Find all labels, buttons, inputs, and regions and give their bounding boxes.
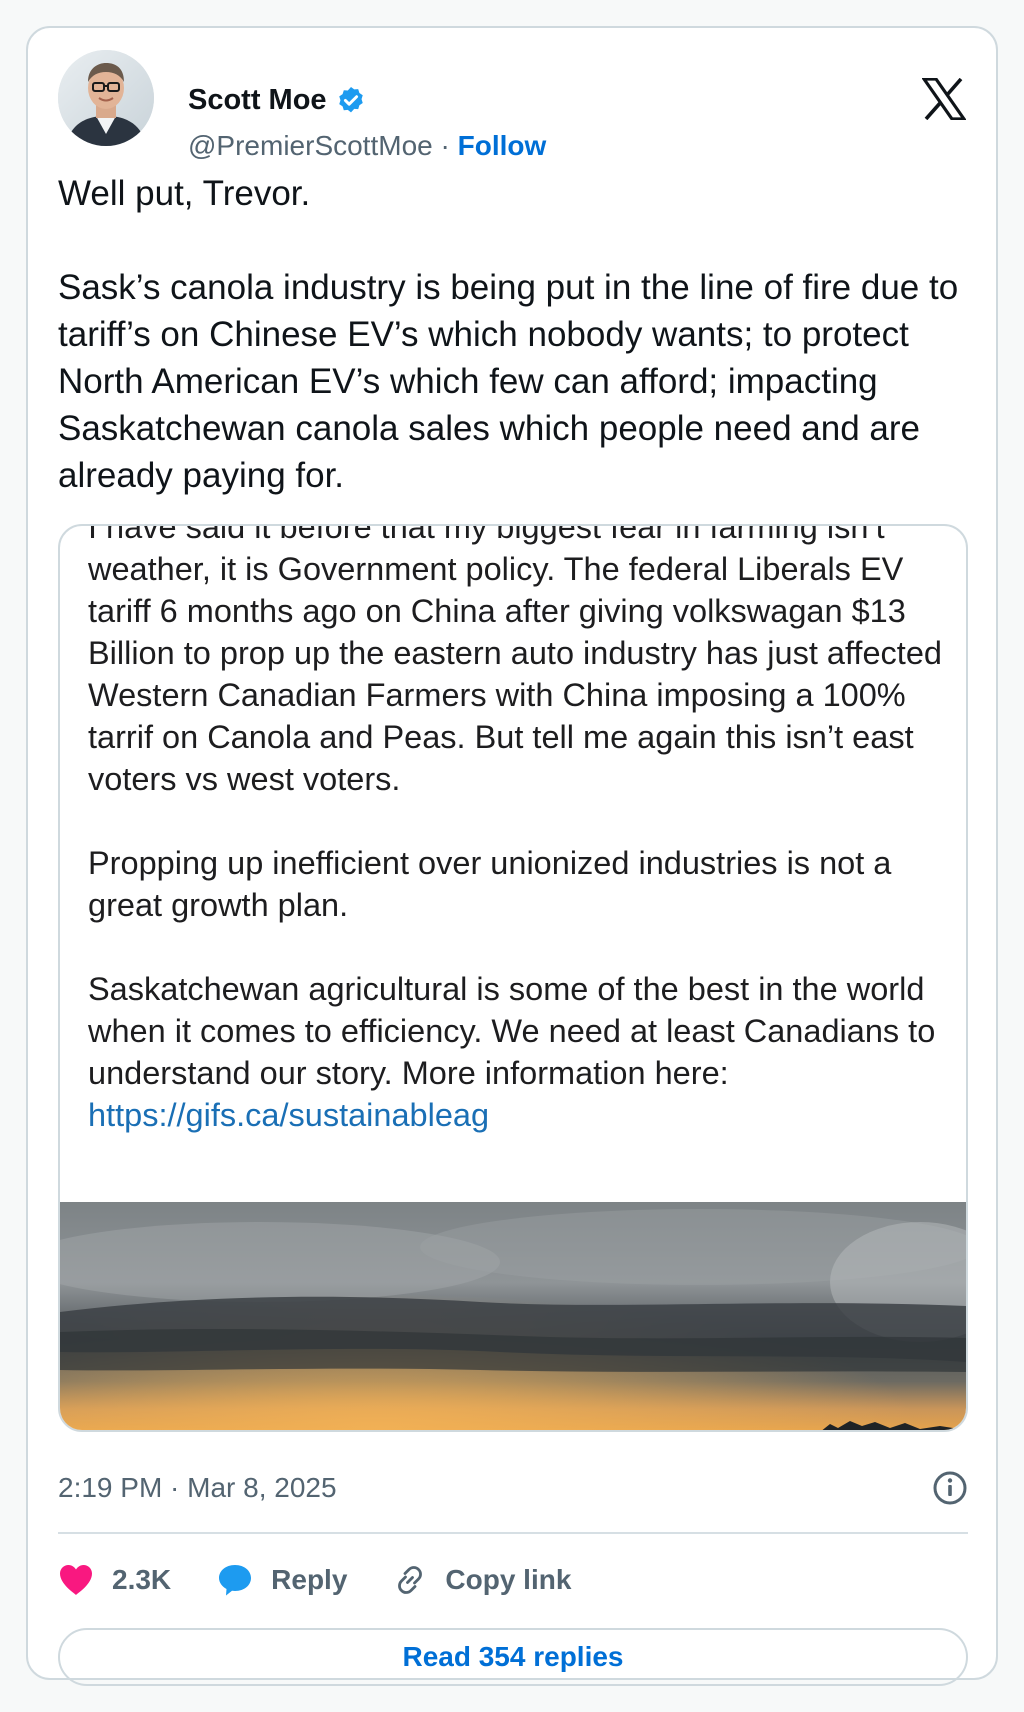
author-display-name[interactable]: Scott Moe (188, 84, 327, 117)
storm-cloud-image (60, 1202, 966, 1430)
heart-icon (60, 1565, 92, 1595)
embedded-link[interactable]: https://gifs.ca/sustainableag (88, 1097, 489, 1133)
author-avatar[interactable] (58, 50, 154, 146)
link-icon (398, 1566, 423, 1594)
embedded-paragraph: Saskatchewan agricultural is some of the… (88, 968, 948, 1136)
tweet-header: Scott Moe @PremierScottMoe · Follow (58, 50, 968, 161)
embedded-post-text: I have said it before that my biggest fe… (88, 524, 948, 1136)
timestamp-row: 2:19 PM · Mar 8, 2025 (58, 1468, 968, 1508)
name-row: Scott Moe (188, 84, 367, 117)
attached-media[interactable]: I have said it before that my biggest fe… (58, 524, 968, 1432)
reply-button[interactable]: Reply (217, 1563, 347, 1597)
embedded-paragraph: Propping up inefficient over unionized i… (88, 845, 892, 923)
info-icon[interactable] (932, 1470, 968, 1506)
verified-badge-icon (335, 85, 367, 117)
copy-link-label: Copy link (445, 1564, 572, 1595)
follow-button[interactable]: Follow (458, 130, 547, 161)
like-button[interactable]: 2.3K (58, 1563, 171, 1597)
speech-bubble-icon (219, 1565, 252, 1596)
action-bar: 2.3K Reply Copy link (58, 1552, 968, 1608)
embedded-paragraph: I have said it before that my biggest fe… (88, 524, 942, 797)
x-logo-icon[interactable] (920, 77, 968, 121)
reply-label: Reply (271, 1564, 348, 1595)
author-handle[interactable]: @PremierScottMoe (188, 130, 433, 161)
tweet-card: Scott Moe @PremierScottMoe · Follow Well… (26, 26, 998, 1686)
handle-row: @PremierScottMoe · Follow (188, 130, 546, 162)
like-count: 2.3K (112, 1564, 172, 1595)
handle-separator: · (432, 130, 458, 161)
embedded-paragraph-text: Saskatchewan agricultural is some of the… (88, 971, 936, 1091)
copy-link-button[interactable]: Copy link (393, 1563, 571, 1597)
read-replies-button[interactable]: Read 354 replies (58, 1628, 968, 1686)
tweet-text: Well put, Trevor. Sask’s canola industry… (58, 174, 959, 495)
tweet-timestamp[interactable]: 2:19 PM · Mar 8, 2025 (58, 1472, 337, 1503)
avatar-photo-icon (58, 50, 154, 146)
divider (58, 1532, 968, 1534)
